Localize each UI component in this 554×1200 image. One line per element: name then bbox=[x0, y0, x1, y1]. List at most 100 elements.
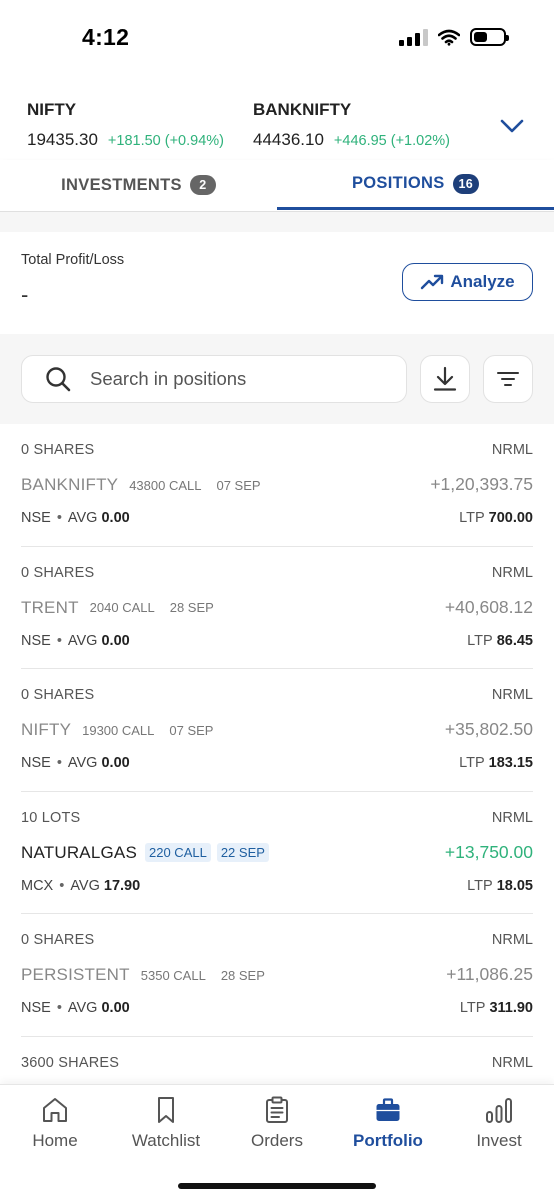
search-box[interactable] bbox=[21, 355, 407, 403]
position-symbol: NIFTY bbox=[21, 720, 72, 739]
position-symbol: TRENT bbox=[21, 597, 79, 617]
index-change: +181.50 (+0.94%) bbox=[107, 133, 224, 149]
index-header: NIFTY 19435.30 +181.50 (+0.94%) BANKNIFT… bbox=[0, 90, 554, 160]
position-pnl: +40,608.12 bbox=[444, 596, 533, 617]
position-expiry: 28 SEP bbox=[220, 967, 265, 983]
index-price: 19435.30 bbox=[27, 130, 98, 149]
position-exchange: NSE bbox=[21, 1000, 51, 1016]
ltp-value: 700.00 bbox=[488, 510, 533, 526]
tab-label: INVESTMENTS bbox=[61, 175, 182, 194]
index-price: 44436.10 bbox=[253, 130, 324, 149]
position-quantity: 3600 SHARES bbox=[21, 1054, 120, 1071]
position-row[interactable]: 3600 SHARES NRML bbox=[21, 1037, 533, 1085]
position-expiry: 07 SEP bbox=[169, 722, 214, 738]
tab-positions[interactable]: POSITIONS 16 bbox=[277, 160, 554, 210]
position-strike: 43800 CALL bbox=[129, 477, 202, 493]
tab-label: POSITIONS bbox=[351, 174, 445, 192]
position-product: NRML bbox=[491, 687, 533, 703]
position-symbol: BANKNIFTY bbox=[21, 475, 119, 494]
filter-button[interactable] bbox=[483, 355, 533, 403]
position-avg: 0.00 bbox=[101, 632, 130, 649]
search-icon bbox=[46, 367, 71, 392]
position-quantity: 0 SHARES bbox=[21, 687, 95, 703]
position-ltp: LTP 183.15 bbox=[459, 755, 533, 771]
position-row[interactable]: 0 SHARES NRML BANKNIFTY 43800 CALL 07 SE… bbox=[21, 424, 533, 547]
position-meta: NSE • AVG 0.00 bbox=[21, 632, 130, 649]
position-ltp: LTP 86.45 bbox=[467, 633, 533, 649]
ltp-value: 311.90 bbox=[489, 1000, 533, 1016]
ltp-label: LTP bbox=[467, 877, 493, 894]
index-banknifty[interactable]: BANKNIFTY 44436.10 +446.95 (+1.02%) bbox=[253, 100, 450, 150]
position-product: NRML bbox=[491, 809, 533, 826]
chevron-down-icon[interactable] bbox=[498, 112, 526, 140]
position-meta: NSE • AVG 0.00 bbox=[21, 510, 130, 526]
ltp-label: LTP bbox=[459, 1000, 486, 1016]
nav-orders[interactable]: Orders bbox=[222, 1095, 332, 1151]
portfolio-tabs: INVESTMENTS 2 POSITIONS 16 bbox=[0, 160, 554, 212]
position-quantity: 0 SHARES bbox=[21, 442, 95, 458]
index-nifty[interactable]: NIFTY 19435.30 +181.50 (+0.94%) bbox=[27, 100, 224, 150]
position-meta: NSE • AVG 0.00 bbox=[21, 755, 130, 771]
position-avg: 0.00 bbox=[101, 1000, 130, 1016]
position-exchange: MCX bbox=[21, 877, 54, 894]
tab-investments[interactable]: INVESTMENTS 2 bbox=[0, 160, 277, 210]
position-strike: 19300 CALL bbox=[82, 722, 155, 738]
position-pnl: +1,20,393.75 bbox=[430, 474, 533, 494]
nav-label: Orders bbox=[251, 1131, 303, 1150]
ltp-value: 18.05 bbox=[496, 877, 533, 894]
search-area bbox=[0, 334, 554, 424]
position-exchange: NSE bbox=[21, 510, 51, 526]
ltp-label: LTP bbox=[459, 755, 485, 771]
filter-icon bbox=[497, 372, 519, 386]
status-time: 4:12 bbox=[82, 24, 130, 50]
position-product: NRML bbox=[491, 932, 533, 948]
ltp-label: LTP bbox=[459, 510, 485, 526]
position-ltp: LTP 700.00 bbox=[459, 510, 533, 526]
position-row[interactable]: 0 SHARES NRML PERSISTENT 5350 CALL 28 SE… bbox=[21, 914, 533, 1037]
nav-watchlist[interactable]: Watchlist bbox=[111, 1095, 221, 1151]
download-button[interactable] bbox=[420, 355, 470, 403]
position-product: NRML bbox=[491, 564, 533, 581]
nav-label: Portfolio bbox=[353, 1131, 423, 1150]
download-icon bbox=[433, 366, 457, 391]
position-row[interactable]: 0 SHARES NRML NIFTY 19300 CALL 07 SEP +3… bbox=[21, 669, 533, 792]
search-input[interactable] bbox=[90, 368, 370, 390]
battery-icon bbox=[470, 28, 509, 46]
position-product: NRML bbox=[491, 1054, 533, 1071]
nav-label: Watchlist bbox=[131, 1131, 201, 1150]
position-strike: 2040 CALL bbox=[89, 600, 155, 615]
avg-label: AVG bbox=[67, 1000, 98, 1016]
position-exchange: NSE bbox=[21, 755, 51, 771]
section-divider bbox=[0, 212, 554, 232]
status-bar: 4:12 bbox=[0, 0, 554, 80]
position-quantity: 0 SHARES bbox=[21, 564, 95, 581]
nav-label: Invest bbox=[476, 1131, 522, 1150]
cellular-signal-icon bbox=[399, 28, 428, 46]
bar-chart-icon bbox=[486, 1098, 512, 1123]
position-row[interactable]: 0 SHARES NRML TRENT 2040 CALL 28 SEP +40… bbox=[21, 547, 533, 669]
nav-invest[interactable]: Invest bbox=[444, 1095, 554, 1151]
nav-home[interactable]: Home bbox=[0, 1095, 110, 1151]
position-row[interactable]: 10 LOTS NRML NATURALGAS 220 CALL 22 SEP … bbox=[21, 792, 533, 914]
position-expiry: 28 SEP bbox=[169, 600, 214, 615]
wifi-icon bbox=[438, 29, 460, 46]
position-quantity: 10 LOTS bbox=[21, 809, 81, 826]
position-exchange: NSE bbox=[21, 632, 51, 649]
position-symbol: PERSISTENT bbox=[21, 965, 130, 984]
position-avg: 0.00 bbox=[101, 755, 130, 771]
avg-label: AVG bbox=[67, 510, 98, 526]
position-symbol: NATURALGAS bbox=[21, 842, 137, 862]
analyze-button[interactable]: Analyze bbox=[402, 263, 533, 301]
ltp-value: 183.15 bbox=[488, 755, 533, 771]
avg-label: AVG bbox=[67, 632, 98, 649]
position-product: NRML bbox=[491, 442, 533, 458]
profit-label: Total Profit/Loss bbox=[21, 252, 125, 268]
clipboard-icon bbox=[266, 1096, 288, 1123]
index-change: +446.95 (+1.02%) bbox=[333, 133, 450, 149]
position-expiry: 22 SEP bbox=[216, 843, 269, 862]
nav-portfolio[interactable]: Portfolio bbox=[333, 1095, 443, 1151]
position-meta: NSE • AVG 0.00 bbox=[21, 1000, 130, 1016]
position-ltp: LTP 311.90 bbox=[460, 1000, 533, 1016]
position-pnl: +13,750.00 bbox=[444, 841, 533, 862]
analyze-label: Analyze bbox=[450, 272, 515, 291]
